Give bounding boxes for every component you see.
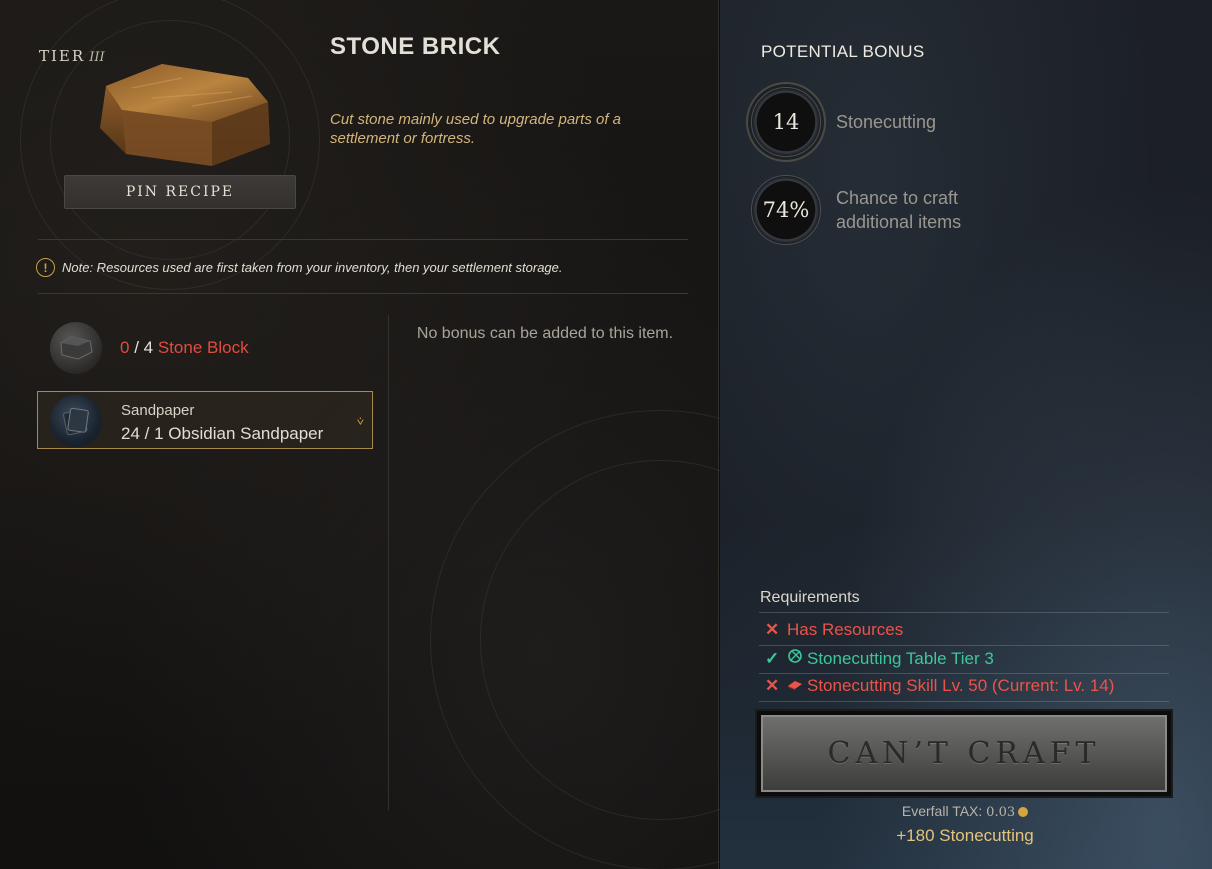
- stone-block-icon: [50, 322, 102, 374]
- stone-brick-image: [92, 58, 276, 170]
- resource-category: Sandpaper: [121, 402, 195, 419]
- pin-recipe-button[interactable]: PIN RECIPE: [64, 175, 296, 209]
- resource-note: ! Note: Resources used are first taken f…: [36, 258, 563, 277]
- fail-x-icon: ✕: [765, 676, 780, 695]
- item-title: STONE BRICK: [330, 33, 501, 60]
- requirement-has-resources: ✕ Has Resources: [765, 620, 903, 640]
- requirement-stonecutting-table: ✓ Stonecutting Table Tier 3: [765, 648, 994, 669]
- chance-text: Chance to craft additional items: [836, 186, 961, 234]
- skill-name: Stonecutting: [836, 112, 937, 132]
- skill-level-value: 14: [772, 110, 800, 134]
- check-icon: ✓: [765, 648, 780, 668]
- resource-name: Stone Block: [157, 338, 249, 357]
- resource-have: 24: [121, 424, 140, 443]
- resource-name: Obsidian Sandpaper: [168, 424, 324, 443]
- tier-text: TIER: [39, 47, 86, 65]
- chance-text-line1: Chance to craft: [836, 188, 959, 208]
- note-text: Note: Resources used are first taken fro…: [62, 260, 563, 275]
- requirements-divider: [759, 645, 1169, 646]
- item-description: Cut stone mainly used to upgrade parts o…: [330, 111, 622, 147]
- requirement-text: Has Resources: [787, 620, 904, 639]
- chance-text-line2: additional items: [836, 212, 962, 232]
- exclamation-icon: !: [36, 258, 55, 277]
- requirements-divider: [759, 612, 1169, 613]
- resource-separator: /: [129, 338, 144, 357]
- column-separator: [388, 315, 389, 810]
- resource-row-stone-block[interactable]: 0 / 4 Stone Block: [50, 322, 249, 374]
- requirements-divider: [759, 673, 1169, 674]
- tax-label: Everfall TAX:: [901, 803, 987, 819]
- requirement-skill-level: ✕ Stonecutting Skill Lv. 50 (Current: Lv…: [765, 676, 1114, 696]
- craft-button-label: CAN’T CRAFT: [761, 715, 1167, 792]
- chance-value: 74%: [762, 198, 810, 222]
- stonecutting-table-icon: [787, 648, 804, 669]
- xp-reward: +180 Stonecutting: [896, 826, 1034, 845]
- divider: [38, 293, 688, 294]
- everfall-tax: Everfall TAX: 0.03: [820, 803, 1110, 820]
- resource-row-sandpaper[interactable]: Sandpaper 24 / 1 Obsidian Sandpaper ⩒: [37, 391, 373, 449]
- potential-bonus-title: POTENTIAL BONUS: [761, 42, 925, 61]
- requirement-text: Stonecutting Table Tier 3: [807, 648, 994, 668]
- sandpaper-count: 24 / 1 Obsidian Sandpaper: [121, 424, 323, 444]
- requirement-text: Stonecutting Skill Lv. 50 (Current: Lv. …: [807, 676, 1115, 695]
- coin-icon: [1018, 807, 1029, 817]
- obsidian-sandpaper-icon: [50, 395, 102, 447]
- stone-block-count: 0 / 4 Stone Block: [120, 338, 249, 358]
- craft-button[interactable]: CAN’T CRAFT: [755, 709, 1173, 798]
- no-bonus-message: No bonus can be added to this item.: [416, 325, 674, 342]
- resource-need: 4: [143, 338, 154, 357]
- tax-value: 0.03: [986, 805, 1016, 820]
- resource-separator: /: [139, 424, 155, 443]
- divider: [38, 239, 688, 240]
- requirements-divider: [759, 701, 1169, 702]
- resource-need: 1: [154, 424, 164, 443]
- requirements-title: Requirements: [760, 589, 860, 606]
- skill-icon: [787, 676, 804, 696]
- skill-level-medal: 14: [751, 87, 821, 157]
- chance-medal: 74%: [751, 175, 821, 245]
- fail-x-icon: ✕: [765, 620, 780, 639]
- chevron-down-icon[interactable]: ⩒: [357, 414, 364, 429]
